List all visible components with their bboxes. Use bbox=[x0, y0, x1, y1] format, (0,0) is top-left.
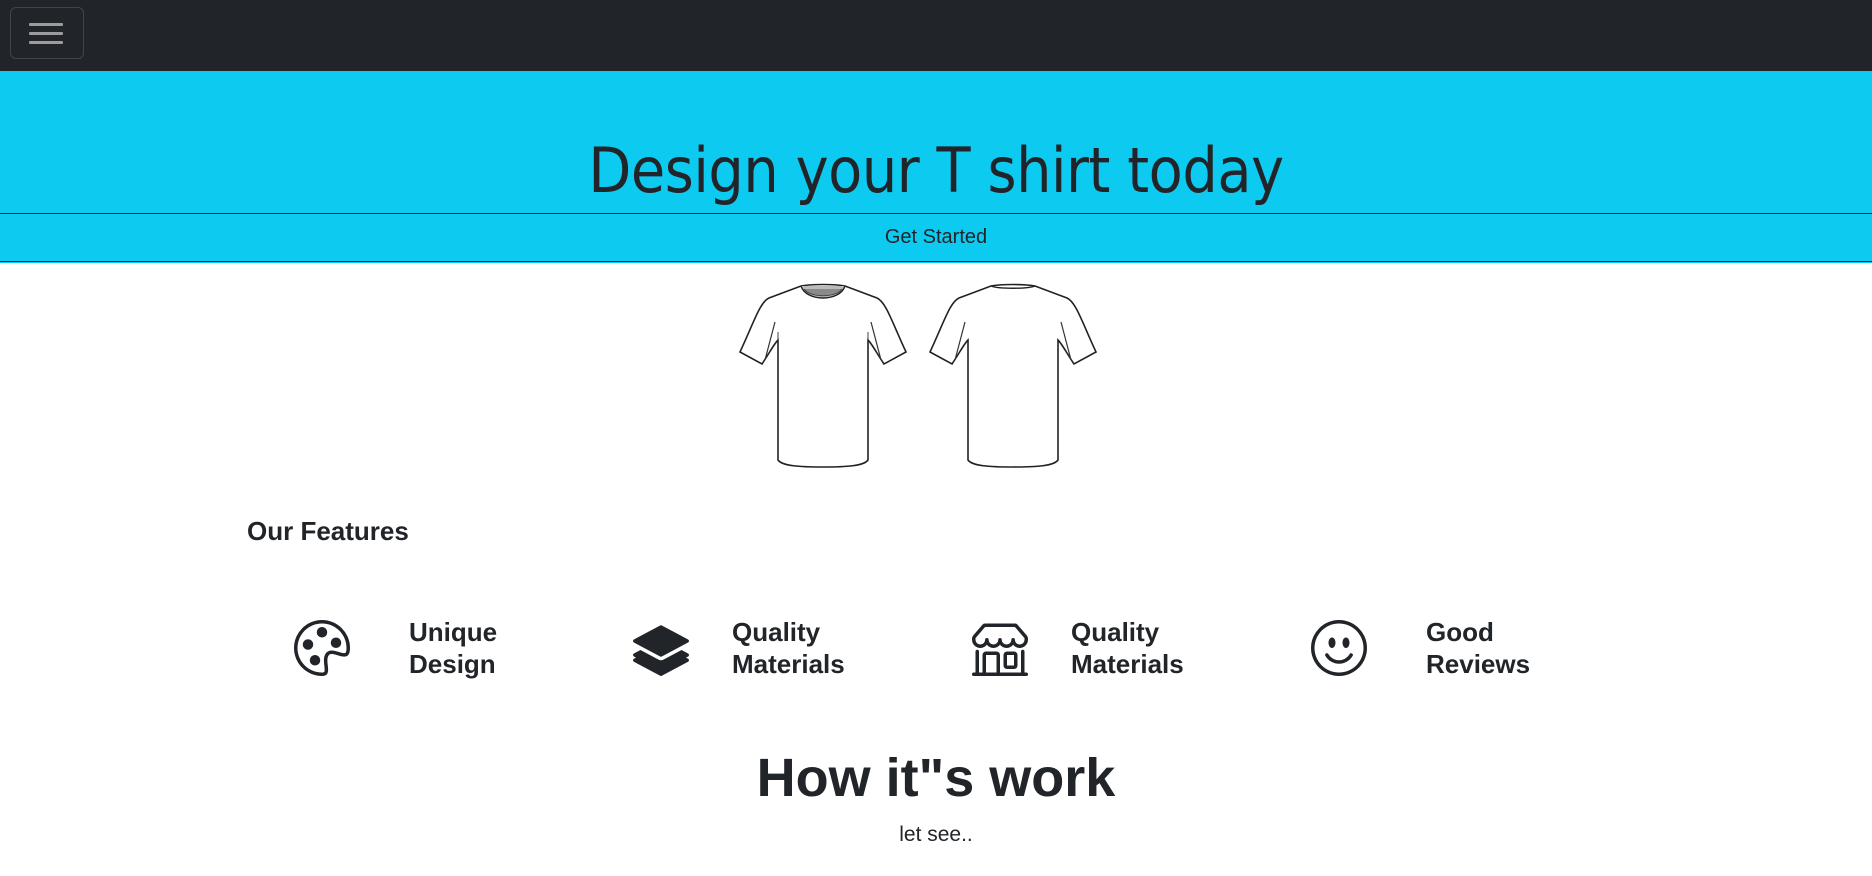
tshirt-front-image bbox=[738, 283, 908, 468]
tshirt-back-image bbox=[928, 283, 1098, 468]
how-it-works-title: How it"s work bbox=[756, 748, 1116, 808]
feature-label-line1: Unique bbox=[409, 617, 498, 647]
features-heading: Our Features bbox=[247, 516, 409, 546]
navbar-toggler-button[interactable] bbox=[10, 7, 84, 59]
feature-quality-materials: Quality Materials bbox=[633, 614, 893, 684]
hero-title: Design your T shirt today bbox=[588, 134, 1284, 207]
feature-label-line2: Materials bbox=[1071, 649, 1184, 679]
palette-icon bbox=[294, 620, 350, 676]
get-started-button[interactable]: Get Started bbox=[0, 213, 1872, 262]
shop-icon bbox=[972, 623, 1028, 676]
feature-label-line2: Reviews bbox=[1426, 649, 1531, 679]
feature-label-line2: Design bbox=[409, 649, 496, 679]
feature-label-line2: Materials bbox=[732, 649, 845, 679]
hero-section: Design your T shirt today Get Started bbox=[0, 71, 1872, 263]
feature-label-line1: Good bbox=[1426, 617, 1494, 647]
top-navbar bbox=[0, 0, 1872, 71]
feature-label-line1: Quality bbox=[732, 617, 821, 647]
how-it-works-subtitle: let see.. bbox=[899, 823, 973, 846]
tshirt-preview bbox=[736, 282, 1100, 470]
smiley-icon bbox=[1311, 620, 1367, 676]
layers-icon bbox=[633, 625, 689, 676]
feature-good-reviews: Good Reviews bbox=[1311, 614, 1591, 684]
feature-unique-design: Unique Design bbox=[294, 614, 554, 684]
feature-quality-materials-shop: Quality Materials bbox=[972, 614, 1232, 684]
feature-label-line1: Quality bbox=[1071, 617, 1160, 647]
